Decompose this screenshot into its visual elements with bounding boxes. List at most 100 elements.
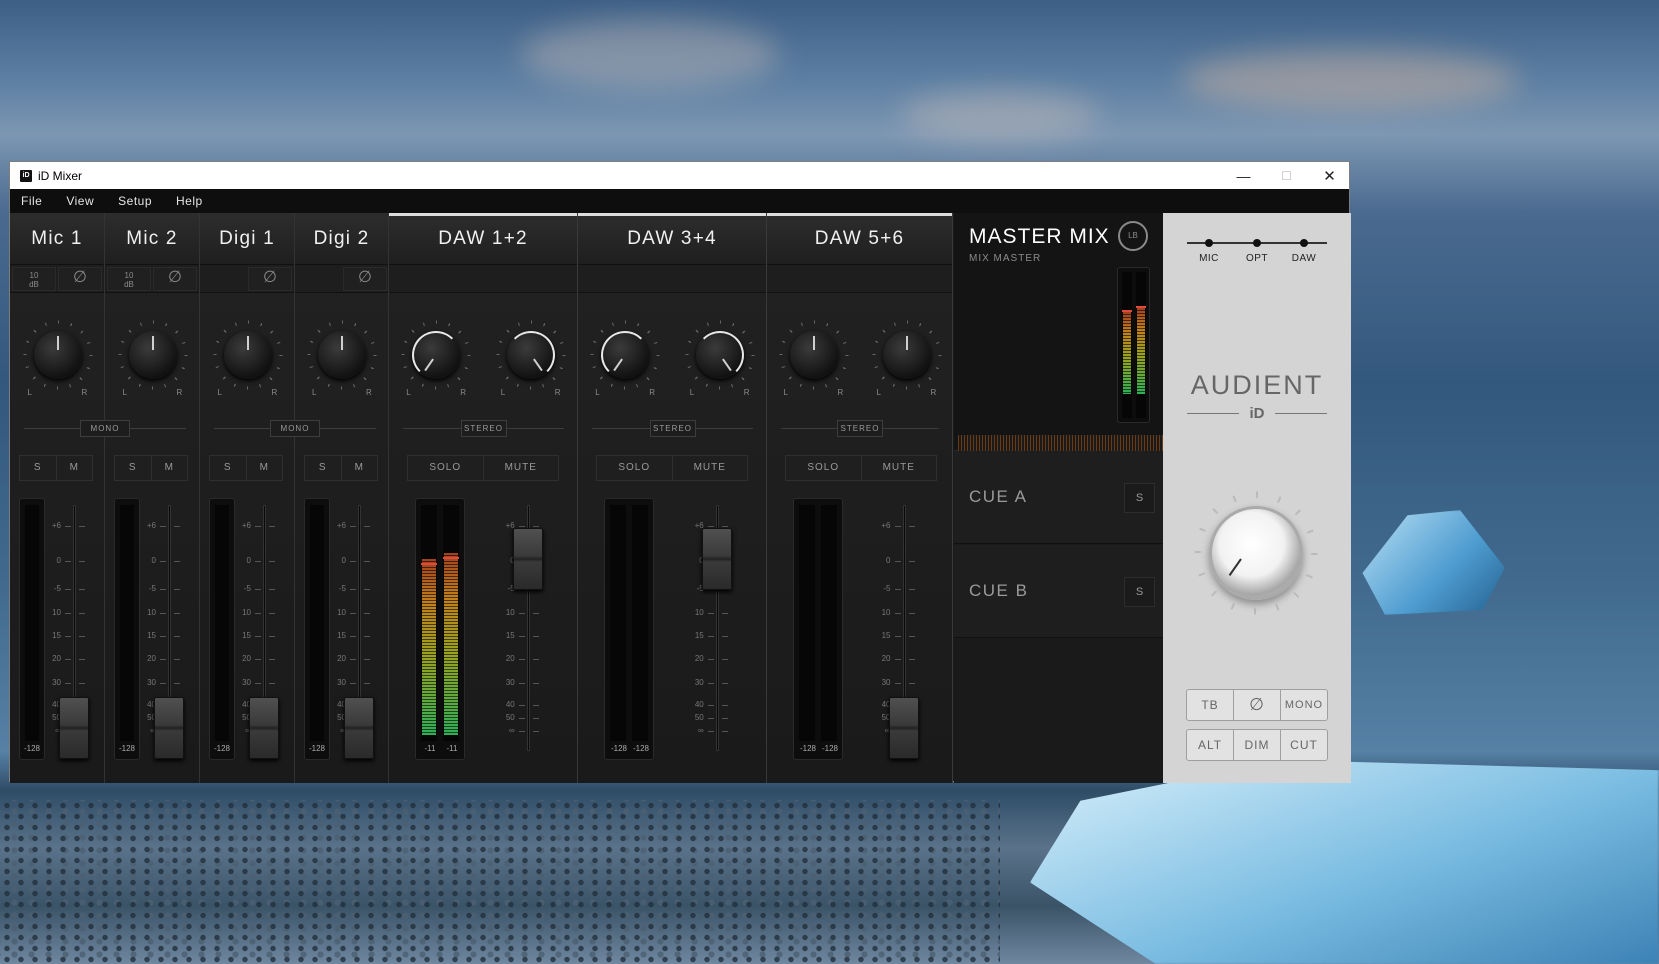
pad-button[interactable]: 10 dB [107, 267, 151, 291]
meter-peak [421, 563, 437, 565]
channel-name[interactable]: DAW 5+6 [767, 213, 952, 265]
fader-scale-label: 20 [337, 654, 346, 663]
solo-mute-row: SOLO MUTE [785, 455, 937, 481]
fader-scale-label: 20 [147, 654, 156, 663]
master-section: MASTER MIX MIX MASTER LB CUE A S CUE B S [954, 213, 1163, 783]
mono-button[interactable]: MONO [1281, 690, 1327, 720]
pan-left-label: L [217, 388, 222, 397]
meter-value: -128 [23, 744, 40, 753]
fader-scale-label: 30 [337, 678, 346, 687]
mute-button[interactable]: M [57, 456, 93, 480]
volume-fader[interactable] [249, 697, 279, 759]
mute-button[interactable]: MUTE [862, 456, 937, 480]
pan-knob[interactable] [601, 331, 650, 379]
channel-name[interactable]: DAW 3+4 [578, 213, 766, 265]
pan-right-label: R [366, 388, 372, 397]
volume-fader[interactable] [59, 697, 89, 759]
mute-button[interactable]: MUTE [484, 456, 559, 480]
channel-name[interactable]: Digi 1 [200, 213, 294, 265]
source-opt-dot[interactable] [1253, 239, 1261, 247]
main-volume-knob[interactable] [1209, 506, 1303, 600]
meter-value: -128 [610, 744, 627, 753]
pan-right-label: R [930, 388, 937, 397]
cut-button[interactable]: CUT [1281, 730, 1327, 760]
phase-invert-button[interactable]: ∅ [153, 267, 197, 291]
channel-name[interactable]: Mic 1 [10, 213, 104, 265]
pan-knob[interactable] [318, 331, 366, 379]
channel-name[interactable]: DAW 1+2 [389, 213, 577, 265]
solo-button[interactable]: SOLO [408, 456, 484, 480]
minimize-button[interactable]: — [1221, 162, 1266, 189]
pan-knob[interactable] [882, 331, 931, 379]
menu-view[interactable]: View [66, 194, 94, 208]
loopback-icon[interactable]: LB [1118, 221, 1148, 251]
solo-mute-row: SM [304, 455, 378, 481]
fader-scale-tick [518, 683, 525, 684]
solo-button[interactable]: SOLO [786, 456, 862, 480]
volume-fader[interactable] [701, 528, 732, 590]
cue-b-solo-button[interactable]: S [1124, 577, 1155, 607]
fader-scale-tick [894, 613, 901, 614]
fader-scale-tick [65, 683, 71, 684]
meter-value: -128 [799, 744, 816, 753]
fader-scale-tick [518, 526, 525, 527]
channel-options-row [767, 265, 952, 293]
menu-file[interactable]: File [21, 194, 42, 208]
volume-fader[interactable] [344, 697, 374, 759]
pad-button[interactable]: 10 dB [12, 267, 56, 291]
pan-knob[interactable] [695, 331, 744, 379]
fader-scale-label: 20 [694, 654, 704, 663]
close-button[interactable]: ✕ [1307, 162, 1352, 189]
mute-button[interactable]: M [152, 456, 188, 480]
fader-scale-label: 10 [337, 608, 346, 617]
volume-fader[interactable] [888, 697, 919, 759]
solo-button[interactable]: SOLO [597, 456, 673, 480]
solo-button[interactable]: S [20, 456, 57, 480]
pan-knob[interactable] [128, 331, 177, 379]
alt-button[interactable]: ALT [1187, 730, 1234, 760]
solo-button[interactable]: S [115, 456, 152, 480]
phase-invert-button[interactable]: ∅ [343, 267, 387, 291]
cue-a-solo-button[interactable]: S [1124, 483, 1155, 513]
source-daw-dot[interactable] [1300, 239, 1308, 247]
fader-scale-tick [894, 526, 901, 527]
phase-invert-button[interactable]: ∅ [248, 267, 292, 291]
polarity-button[interactable]: ∅ [1234, 690, 1281, 720]
cue-b-label[interactable]: CUE B [969, 581, 1028, 601]
fader-scale-tick [65, 659, 71, 660]
fader-scale-label: 15 [147, 631, 156, 640]
talkback-button[interactable]: TB [1187, 690, 1234, 720]
dim-button[interactable]: DIM [1234, 730, 1281, 760]
pan-knob[interactable] [223, 331, 272, 379]
channel-name[interactable]: Digi 2 [295, 213, 388, 265]
stereo-link-bar [389, 213, 577, 216]
stereo-link-bar [578, 213, 766, 216]
pan-knob[interactable] [33, 331, 82, 379]
pan-knob[interactable] [412, 331, 461, 379]
solo-button[interactable]: S [305, 456, 342, 480]
solo-mute-row: SOLO MUTE [596, 455, 748, 481]
pan-knob[interactable] [789, 331, 838, 379]
stereo-mode-label[interactable]: STEREO [460, 420, 507, 437]
maximize-button[interactable]: ☐ [1264, 162, 1309, 189]
cue-a-label[interactable]: CUE A [969, 487, 1028, 507]
stereo-mode-label[interactable]: STEREO [837, 420, 883, 437]
mute-button[interactable]: M [342, 456, 378, 480]
mute-button[interactable]: MUTE [673, 456, 748, 480]
volume-fader[interactable] [512, 528, 543, 590]
volume-fader[interactable] [154, 697, 184, 759]
solo-button[interactable]: S [210, 456, 247, 480]
pan-left-label: L [500, 388, 506, 397]
channel-name[interactable]: Mic 2 [105, 213, 199, 265]
fader-scale-tick [518, 718, 525, 719]
menu-setup[interactable]: Setup [118, 194, 152, 208]
mute-button[interactable]: M [247, 456, 283, 480]
menu-help[interactable]: Help [176, 194, 203, 208]
pan-right-label: R [743, 388, 750, 397]
pan-knob[interactable] [506, 331, 555, 379]
phase-invert-button[interactable]: ∅ [58, 267, 102, 291]
app-icon: iD [20, 169, 32, 182]
stereo-mode-label[interactable]: STEREO [649, 420, 696, 437]
source-mic-dot[interactable] [1205, 239, 1213, 247]
channel-meter: -11 -11 [415, 498, 465, 760]
